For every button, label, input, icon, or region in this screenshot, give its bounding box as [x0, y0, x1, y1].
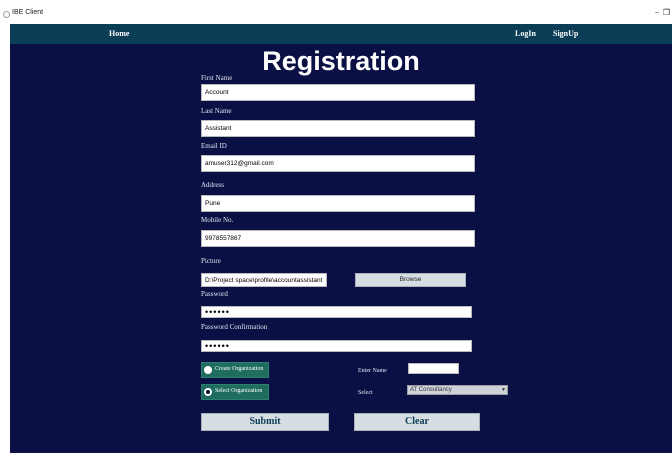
picture-path-field[interactable]	[201, 273, 327, 287]
password-confirm-field[interactable]: ••••••	[201, 340, 472, 352]
password-label: Password	[201, 290, 228, 298]
radio-selected-icon	[204, 388, 212, 396]
first-name-field[interactable]	[201, 84, 475, 101]
select-organization-radio[interactable]: Select Organization	[201, 384, 269, 400]
address-field[interactable]	[201, 195, 475, 212]
select-label: Select	[358, 390, 373, 396]
create-organization-label: Create Organization	[215, 366, 264, 372]
radio-unselected-icon	[204, 366, 212, 374]
last-name-label: Last Name	[201, 107, 232, 115]
address-label: Address	[201, 181, 224, 189]
app-icon	[3, 11, 10, 18]
select-organization-label: Select Organization	[215, 388, 263, 394]
organization-select[interactable]: AT Consultancy ▼	[407, 385, 508, 395]
email-field[interactable]	[201, 155, 475, 172]
browse-button[interactable]: Browse	[355, 273, 466, 287]
restore-button[interactable]: ❐	[663, 8, 670, 17]
mobile-label: Mobile No.	[201, 216, 234, 224]
password-field[interactable]: ••••••	[201, 306, 472, 318]
picture-label: Picture	[201, 257, 221, 265]
nav-login-link[interactable]: LogIn	[515, 29, 536, 38]
mobile-field[interactable]	[201, 230, 475, 247]
enter-name-label: Enter Name	[358, 368, 387, 374]
organization-name-input[interactable]	[408, 363, 459, 374]
nav-home-link[interactable]: Home	[109, 29, 129, 38]
email-label: Email ID	[201, 142, 227, 150]
last-name-field[interactable]	[201, 120, 475, 137]
organization-select-value: AT Consultancy	[410, 387, 452, 393]
minimize-button[interactable]: –	[655, 8, 659, 17]
dropdown-arrow-icon[interactable]: ▼	[501, 386, 506, 394]
password-confirm-label: Password Confirmation	[201, 323, 268, 331]
top-navbar: Home LogIn SignUp	[10, 24, 672, 44]
window-controls: – ❐	[655, 8, 670, 17]
window-title: IBE Client	[12, 9, 44, 16]
clear-button[interactable]: Clear	[354, 413, 480, 431]
page-title: Registration	[262, 46, 420, 76]
submit-button[interactable]: Submit	[201, 413, 329, 431]
registration-panel: Registration First Name Last Name Email …	[10, 44, 672, 453]
nav-signup-link[interactable]: SignUp	[553, 29, 578, 38]
create-organization-radio[interactable]: Create Organization	[201, 362, 269, 378]
first-name-label: First Name	[201, 74, 233, 82]
title-bar: IBE Client – ❐	[0, 0, 672, 24]
